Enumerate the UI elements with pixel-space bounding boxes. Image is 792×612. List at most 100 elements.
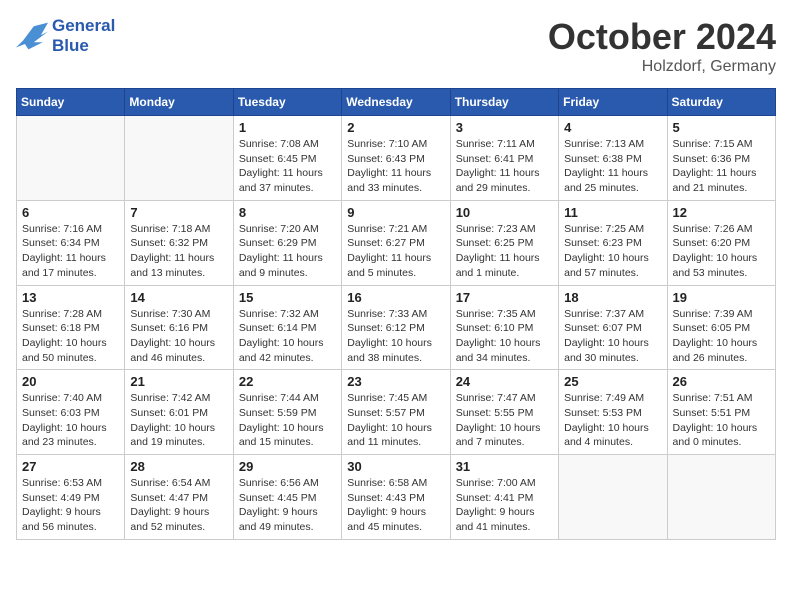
day-number: 28	[130, 459, 227, 474]
calendar-row: 13 Sunrise: 7:28 AM Sunset: 6:18 PM Dayli…	[17, 285, 776, 370]
day-info: Sunrise: 7:28 AM Sunset: 6:18 PM Dayligh…	[22, 307, 119, 366]
day-info: Sunrise: 7:40 AM Sunset: 6:03 PM Dayligh…	[22, 391, 119, 450]
day-number: 31	[456, 459, 553, 474]
calendar-cell: 6Sunrise: 7:16 AM Sunset: 6:34 PM Daylig…	[17, 200, 125, 285]
calendar-cell	[559, 455, 667, 540]
calendar-cell: 1Sunrise: 7:08 AM Sunset: 6:45 PM Daylig…	[233, 116, 341, 201]
day-info: Sunrise: 7:35 AM Sunset: 6:10 PM Dayligh…	[456, 307, 553, 366]
weekday-header: Saturday	[667, 89, 775, 116]
calendar-table: SundayMondayTuesdayWednesdayThursdayFrid…	[16, 88, 776, 540]
weekday-header: Sunday	[17, 89, 125, 116]
calendar-cell: 8 Sunrise: 7:20 AM Sunset: 6:29 PM Daylig…	[233, 200, 341, 285]
logo: General Blue	[16, 16, 115, 56]
calendar-cell: 22 Sunrise: 7:44 AM Sunset: 5:59 PM Dayli…	[233, 370, 341, 455]
day-info: Sunrise: 7:44 AM Sunset: 5:59 PM Dayligh…	[239, 391, 336, 450]
month-title: October 2024	[548, 16, 776, 58]
day-info: Sunrise: 7:30 AM Sunset: 6:16 PM Dayligh…	[130, 307, 227, 366]
calendar-row: 6Sunrise: 7:16 AM Sunset: 6:34 PM Daylig…	[17, 200, 776, 285]
weekday-header: Tuesday	[233, 89, 341, 116]
day-info: Sunrise: 7:47 AM Sunset: 5:55 PM Dayligh…	[456, 391, 553, 450]
logo-icon	[16, 22, 48, 50]
day-info: Sunrise: 7:26 AM Sunset: 6:20 PM Dayligh…	[673, 222, 770, 281]
calendar-cell: 27Sunrise: 6:53 AM Sunset: 4:49 PM Dayli…	[17, 455, 125, 540]
weekday-header: Thursday	[450, 89, 558, 116]
day-number: 13	[22, 290, 119, 305]
day-info: Sunrise: 7:11 AM Sunset: 6:41 PM Dayligh…	[456, 137, 553, 196]
day-info: Sunrise: 7:20 AM Sunset: 6:29 PM Dayligh…	[239, 222, 336, 281]
day-info: Sunrise: 6:56 AM Sunset: 4:45 PM Dayligh…	[239, 476, 336, 535]
calendar-cell: 13 Sunrise: 7:28 AM Sunset: 6:18 PM Dayli…	[17, 285, 125, 370]
logo-text: General Blue	[52, 16, 115, 56]
day-info: Sunrise: 7:23 AM Sunset: 6:25 PM Dayligh…	[456, 222, 553, 281]
calendar-cell: 30 Sunrise: 6:58 AM Sunset: 4:43 PM Dayli…	[342, 455, 450, 540]
day-number: 10	[456, 205, 553, 220]
calendar-cell: 29 Sunrise: 6:56 AM Sunset: 4:45 PM Dayli…	[233, 455, 341, 540]
calendar-cell: 31 Sunrise: 7:00 AM Sunset: 4:41 PM Dayli…	[450, 455, 558, 540]
calendar-cell	[125, 116, 233, 201]
day-number: 30	[347, 459, 444, 474]
day-info: Sunrise: 7:51 AM Sunset: 5:51 PM Dayligh…	[673, 391, 770, 450]
day-number: 20	[22, 374, 119, 389]
day-number: 8	[239, 205, 336, 220]
day-info: Sunrise: 7:42 AM Sunset: 6:01 PM Dayligh…	[130, 391, 227, 450]
calendar-cell: 14Sunrise: 7:30 AM Sunset: 6:16 PM Dayli…	[125, 285, 233, 370]
day-info: Sunrise: 7:21 AM Sunset: 6:27 PM Dayligh…	[347, 222, 444, 281]
calendar-cell: 3 Sunrise: 7:11 AM Sunset: 6:41 PM Daylig…	[450, 116, 558, 201]
day-info: Sunrise: 6:53 AM Sunset: 4:49 PM Dayligh…	[22, 476, 119, 535]
day-number: 29	[239, 459, 336, 474]
day-number: 12	[673, 205, 770, 220]
calendar-cell: 10 Sunrise: 7:23 AM Sunset: 6:25 PM Dayli…	[450, 200, 558, 285]
calendar-row: 20 Sunrise: 7:40 AM Sunset: 6:03 PM Dayli…	[17, 370, 776, 455]
day-number: 15	[239, 290, 336, 305]
day-number: 11	[564, 205, 661, 220]
day-number: 6	[22, 205, 119, 220]
calendar-cell	[17, 116, 125, 201]
calendar-cell: 18 Sunrise: 7:37 AM Sunset: 6:07 PM Dayli…	[559, 285, 667, 370]
day-number: 4	[564, 120, 661, 135]
calendar-cell: 20 Sunrise: 7:40 AM Sunset: 6:03 PM Dayli…	[17, 370, 125, 455]
calendar-cell: 12 Sunrise: 7:26 AM Sunset: 6:20 PM Dayli…	[667, 200, 775, 285]
weekday-header: Wednesday	[342, 89, 450, 116]
day-number: 21	[130, 374, 227, 389]
calendar-cell: 21 Sunrise: 7:42 AM Sunset: 6:01 PM Dayli…	[125, 370, 233, 455]
day-number: 17	[456, 290, 553, 305]
calendar-cell: 26 Sunrise: 7:51 AM Sunset: 5:51 PM Dayli…	[667, 370, 775, 455]
calendar-cell: 17 Sunrise: 7:35 AM Sunset: 6:10 PM Dayli…	[450, 285, 558, 370]
location: Holzdorf, Germany	[548, 58, 776, 76]
calendar-cell: 19 Sunrise: 7:39 AM Sunset: 6:05 PM Dayli…	[667, 285, 775, 370]
day-info: Sunrise: 7:13 AM Sunset: 6:38 PM Dayligh…	[564, 137, 661, 196]
calendar-cell: 2Sunrise: 7:10 AM Sunset: 6:43 PM Daylig…	[342, 116, 450, 201]
day-number: 26	[673, 374, 770, 389]
day-number: 18	[564, 290, 661, 305]
calendar-cell: 24 Sunrise: 7:47 AM Sunset: 5:55 PM Dayli…	[450, 370, 558, 455]
page-header: General Blue October 2024 Holzdorf, Germ…	[16, 16, 776, 76]
calendar-cell: 25 Sunrise: 7:49 AM Sunset: 5:53 PM Dayli…	[559, 370, 667, 455]
day-info: Sunrise: 7:08 AM Sunset: 6:45 PM Dayligh…	[239, 137, 336, 196]
day-info: Sunrise: 7:49 AM Sunset: 5:53 PM Dayligh…	[564, 391, 661, 450]
day-info: Sunrise: 7:18 AM Sunset: 6:32 PM Dayligh…	[130, 222, 227, 281]
day-number: 22	[239, 374, 336, 389]
calendar-row: 27Sunrise: 6:53 AM Sunset: 4:49 PM Dayli…	[17, 455, 776, 540]
day-info: Sunrise: 6:58 AM Sunset: 4:43 PM Dayligh…	[347, 476, 444, 535]
weekday-header: Friday	[559, 89, 667, 116]
calendar-cell: 15 Sunrise: 7:32 AM Sunset: 6:14 PM Dayli…	[233, 285, 341, 370]
day-info: Sunrise: 7:39 AM Sunset: 6:05 PM Dayligh…	[673, 307, 770, 366]
calendar-cell: 5Sunrise: 7:15 AM Sunset: 6:36 PM Daylig…	[667, 116, 775, 201]
day-number: 25	[564, 374, 661, 389]
day-number: 3	[456, 120, 553, 135]
calendar-cell: 28Sunrise: 6:54 AM Sunset: 4:47 PM Dayli…	[125, 455, 233, 540]
calendar-cell: 23Sunrise: 7:45 AM Sunset: 5:57 PM Dayli…	[342, 370, 450, 455]
day-info: Sunrise: 7:37 AM Sunset: 6:07 PM Dayligh…	[564, 307, 661, 366]
day-info: Sunrise: 7:15 AM Sunset: 6:36 PM Dayligh…	[673, 137, 770, 196]
day-info: Sunrise: 7:00 AM Sunset: 4:41 PM Dayligh…	[456, 476, 553, 535]
day-number: 19	[673, 290, 770, 305]
weekday-header: Monday	[125, 89, 233, 116]
day-number: 24	[456, 374, 553, 389]
title-block: October 2024 Holzdorf, Germany	[548, 16, 776, 76]
day-number: 7	[130, 205, 227, 220]
calendar-cell: 11Sunrise: 7:25 AM Sunset: 6:23 PM Dayli…	[559, 200, 667, 285]
day-number: 2	[347, 120, 444, 135]
day-info: Sunrise: 7:32 AM Sunset: 6:14 PM Dayligh…	[239, 307, 336, 366]
calendar-row: 1Sunrise: 7:08 AM Sunset: 6:45 PM Daylig…	[17, 116, 776, 201]
calendar-cell: 16Sunrise: 7:33 AM Sunset: 6:12 PM Dayli…	[342, 285, 450, 370]
